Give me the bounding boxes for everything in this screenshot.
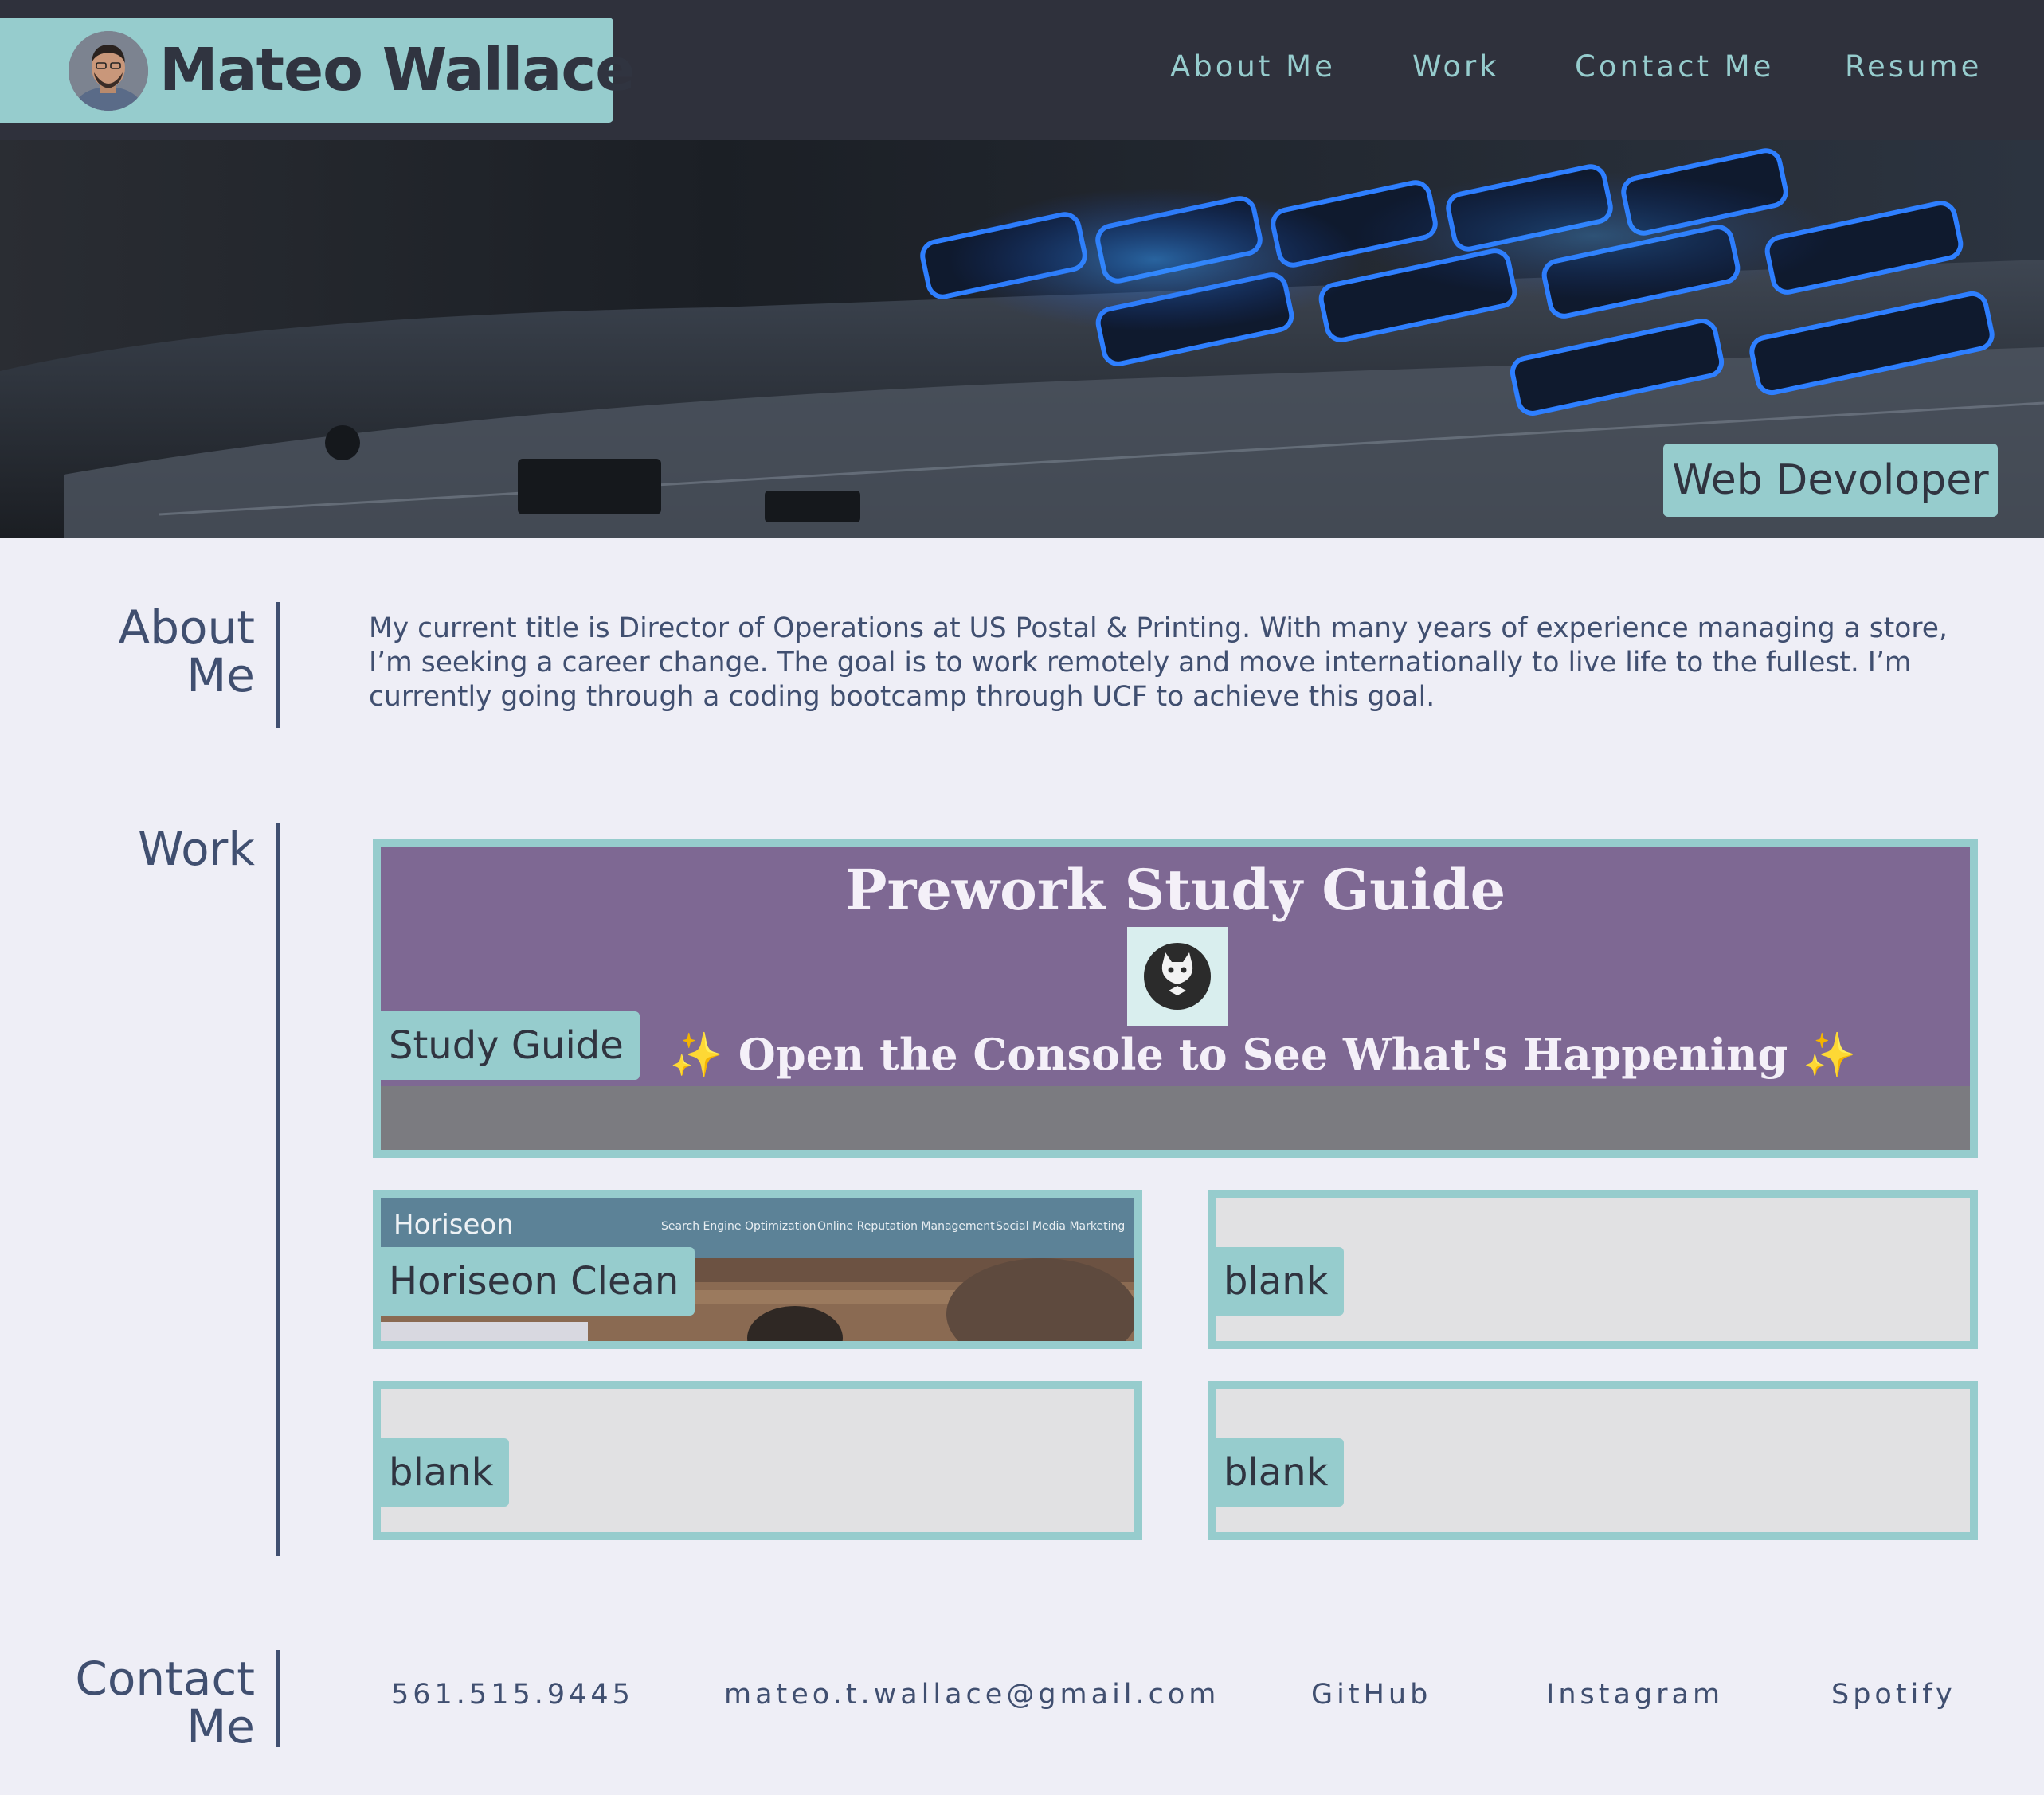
contact-spotify[interactable]: Spotify — [1831, 1679, 1956, 1711]
project-label-blank[interactable]: blank — [1216, 1247, 1345, 1316]
contact-divider — [276, 1650, 280, 1747]
site-header: Mateo Wallace About Me Work Contact Me R… — [0, 0, 2044, 140]
prework-subtitle-text: Open the Console to See What's Happening — [738, 1029, 1788, 1080]
project-card-blank[interactable]: blank — [1208, 1190, 1978, 1349]
contact-heading-line2: Me — [186, 1699, 255, 1754]
nav-about-me[interactable]: About Me — [1170, 49, 1336, 91]
project-card-horiseon[interactable]: Horiseon Search Engine Optimization Onli… — [373, 1190, 1142, 1349]
site-name: Mateo Wallace — [159, 36, 635, 104]
project-label-horiseon[interactable]: Horiseon Clean — [381, 1247, 695, 1316]
project-card-blank[interactable]: blank — [373, 1381, 1142, 1540]
contact-instagram[interactable]: Instagram — [1546, 1679, 1724, 1711]
about-heading: About Me — [119, 604, 255, 699]
about-heading-line1: About — [118, 600, 255, 655]
prework-logo-icon — [1127, 927, 1228, 1026]
project-label-blank[interactable]: blank — [1216, 1438, 1345, 1507]
nav-contact-me[interactable]: Contact Me — [1575, 49, 1774, 91]
work-heading: Work — [138, 822, 255, 876]
brand-block[interactable]: Mateo Wallace — [0, 18, 635, 123]
contact-github[interactable]: GitHub — [1311, 1679, 1431, 1711]
horiseon-thumbnail-link: Social Media Marketing — [996, 1220, 1126, 1233]
nav-work[interactable]: Work — [1412, 49, 1500, 91]
hero-title-badge: Web Devoloper — [1663, 444, 1998, 517]
project-label-blank[interactable]: blank — [381, 1438, 510, 1507]
about-divider — [276, 602, 280, 728]
contact-heading: Contact Me — [75, 1655, 255, 1750]
contact-phone[interactable]: 561.515.9445 — [391, 1679, 634, 1711]
project-card-study-guide[interactable]: Prework Study Guide ✨ Open the Console t… — [373, 839, 1978, 1158]
nav-resume[interactable]: Resume — [1845, 49, 1982, 91]
avatar — [69, 31, 148, 111]
contact-email[interactable]: mateo.t.wallace@gmail.com — [724, 1679, 1220, 1711]
horiseon-thumbnail-link: Online Reputation Management — [817, 1220, 995, 1233]
project-card-blank[interactable]: blank — [1208, 1381, 1978, 1540]
horiseon-thumbnail-link: Search Engine Optimization — [661, 1220, 816, 1233]
about-text: My current title is Director of Operatio… — [369, 612, 1948, 713]
about-heading-line2: Me — [186, 648, 255, 702]
contact-heading-line1: Contact — [75, 1652, 255, 1706]
prework-thumbnail-footer — [381, 1086, 1970, 1150]
sparkle-icon: ✨ — [1803, 1029, 1857, 1080]
horiseon-thumbnail-logo: Horiseon — [394, 1209, 514, 1241]
prework-thumbnail-title: Prework Study Guide — [844, 857, 1506, 923]
project-label-study-guide[interactable]: Study Guide — [381, 1011, 640, 1080]
sparkle-icon: ✨ — [669, 1029, 723, 1080]
work-divider — [276, 823, 280, 1556]
